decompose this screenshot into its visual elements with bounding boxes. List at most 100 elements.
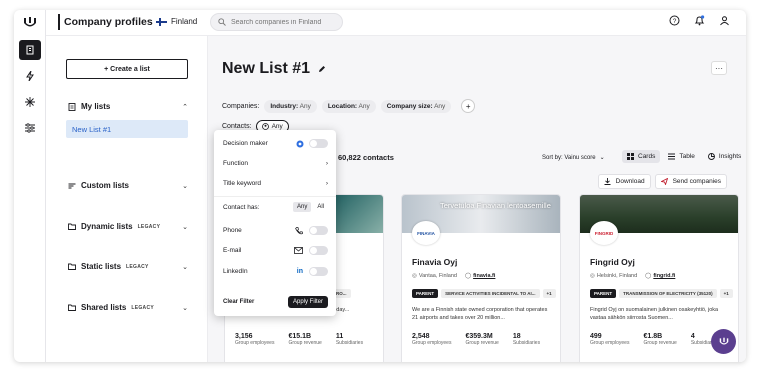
more-options-button[interactable]: ···	[711, 61, 727, 75]
phone-icon	[295, 226, 303, 234]
email-toggle[interactable]	[309, 246, 328, 255]
decision-maker-toggle[interactable]	[309, 139, 328, 148]
company-size-filter-chip[interactable]: Company size: Any	[380, 99, 452, 113]
email-icon	[294, 247, 303, 254]
search-box[interactable]	[210, 13, 343, 31]
top-bar: Company profiles Finland ?	[46, 10, 746, 36]
help-icon[interactable]: ?	[669, 15, 680, 26]
company-tags: PARENT SERVICE ACTIVITIES INCIDENTAL TO …	[412, 289, 556, 298]
any-option[interactable]: Any	[292, 202, 312, 212]
user-profile-icon[interactable]	[719, 15, 730, 26]
company-website-link[interactable]: finavia.fi	[473, 273, 495, 279]
chevron-down-icon[interactable]: ⌄	[182, 182, 188, 190]
company-meta: ◎ Vantaa, Finland ◯ finavia.fi	[412, 273, 495, 279]
stat-revenue: €359.3M Group revenue	[465, 333, 498, 346]
chat-support-button[interactable]	[711, 329, 736, 354]
company-name[interactable]: Fingrid Oyj	[590, 257, 635, 267]
companies-label: Companies:	[222, 102, 260, 110]
more-tags-badge[interactable]: +1	[542, 289, 556, 298]
chevron-down-icon[interactable]: ⌄	[182, 304, 188, 312]
search-input[interactable]	[231, 18, 336, 26]
finland-flag-icon	[156, 17, 167, 26]
settings-nav-button[interactable]	[19, 118, 41, 138]
edit-pencil-icon[interactable]	[318, 65, 326, 73]
chevron-up-icon[interactable]: ⌃	[182, 103, 188, 111]
more-tags-badge[interactable]: +1	[719, 289, 733, 298]
dynamic-lists-label: Dynamic lists	[81, 222, 133, 231]
legacy-badge: LEGACY	[131, 304, 154, 311]
stat-revenue: €1.8B Group revenue	[643, 333, 676, 346]
send-icon	[660, 178, 668, 185]
company-website-link[interactable]: fingrid.fi	[653, 273, 675, 279]
dynamic-lists-section-header[interactable]: Dynamic lists LEGACY ⌄	[68, 222, 188, 231]
country-selector[interactable]: Finland	[156, 17, 197, 26]
app-title: Company profiles	[64, 16, 153, 28]
stat-subsidiaries: 18 Subsidiaries	[513, 333, 540, 346]
location-filter-chip[interactable]: Location: Any	[321, 99, 376, 113]
divider	[214, 196, 336, 197]
parent-tag: PARENT	[590, 289, 617, 298]
company-profiles-nav-button[interactable]	[19, 40, 41, 60]
folder-icon	[68, 304, 77, 311]
title-keyword-row[interactable]: Title keyword ›	[223, 180, 328, 187]
building-icon	[26, 45, 34, 55]
tab-table[interactable]: Table	[663, 150, 700, 163]
country-label: Finland	[171, 17, 198, 26]
size-value: Any	[434, 102, 446, 110]
sort-dropdown[interactable]: Sort by: Vainu score ⌄	[542, 154, 605, 162]
stat-label: Subsidiaries	[335, 340, 364, 346]
stat-value: €15.1B	[288, 333, 312, 340]
vainu-logo-icon[interactable]	[22, 16, 38, 30]
view-tabs: Cards Table Insights	[622, 150, 746, 163]
company-name[interactable]: Finavia Oyj	[412, 257, 457, 267]
send-companies-button[interactable]: Send companies	[654, 174, 727, 189]
custom-lists-section-header[interactable]: Custom lists ⌄	[68, 181, 188, 190]
linkedin-label: LinkedIn	[223, 268, 248, 275]
notifications-bell-icon[interactable]	[694, 15, 705, 26]
globe-icon: ◯	[464, 273, 472, 279]
chevron-down-icon: ⌄	[599, 155, 605, 161]
stat-revenue: €15.1B Group revenue	[288, 333, 321, 346]
tab-insights[interactable]: Insights	[703, 150, 746, 163]
all-option[interactable]: All	[313, 202, 328, 212]
company-card[interactable]: Tervetuloa Finavian lentoasemille FINAVI…	[401, 194, 561, 362]
search-icon	[218, 18, 226, 26]
list-item-new-list-1[interactable]: New List #1	[66, 120, 188, 138]
my-lists-section-header[interactable]: My lists ⌃	[68, 102, 188, 111]
download-icon	[604, 178, 611, 185]
linkedin-toggle[interactable]	[309, 267, 328, 276]
company-location: Vantaa, Finland	[418, 273, 457, 279]
connectors-nav-button[interactable]	[19, 92, 41, 112]
chevron-down-icon[interactable]: ⌄	[182, 223, 188, 231]
shared-lists-section-header[interactable]: Shared lists LEGACY ⌄	[68, 303, 188, 312]
chevron-down-icon[interactable]: ⌄	[182, 263, 188, 271]
stat-employees: 499 Group employees	[590, 333, 629, 346]
grid-icon	[627, 153, 634, 160]
send-companies-label: Send companies	[672, 178, 721, 185]
static-lists-section-header[interactable]: Static lists LEGACY ⌄	[68, 262, 188, 271]
decision-maker-row[interactable]: Decision maker	[223, 139, 328, 148]
triggers-nav-button[interactable]	[19, 66, 41, 86]
create-list-button[interactable]: + Create a list	[66, 59, 188, 79]
top-icons: ?	[669, 15, 730, 26]
list-icon	[68, 102, 77, 111]
company-meta: ◎ Helsinki, Finland ◯ fingrid.fi	[590, 273, 675, 279]
industry-filter-chip[interactable]: Industry: Any	[264, 99, 317, 113]
stat-label: Group revenue	[288, 340, 322, 346]
table-lines-icon	[668, 153, 676, 160]
clear-filter-button[interactable]: Clear Filter	[223, 299, 254, 305]
phone-toggle[interactable]	[309, 226, 328, 235]
download-button[interactable]: Download	[597, 174, 651, 189]
person-circle-icon	[261, 123, 269, 130]
function-row[interactable]: Function ›	[223, 160, 328, 167]
apply-filter-button[interactable]: Apply Filter	[287, 296, 328, 308]
globe-icon: ◯	[645, 273, 652, 279]
stat-label: Group employees	[235, 340, 275, 346]
tab-cards-label: Cards	[638, 153, 656, 160]
tab-cards[interactable]: Cards	[622, 150, 661, 163]
stat-value: 499	[590, 333, 602, 340]
industry-key: Industry:	[270, 102, 299, 110]
add-filter-button[interactable]: +	[461, 99, 476, 113]
stat-value: 3,156	[235, 333, 253, 340]
title-keyword-label: Title keyword	[223, 180, 262, 187]
